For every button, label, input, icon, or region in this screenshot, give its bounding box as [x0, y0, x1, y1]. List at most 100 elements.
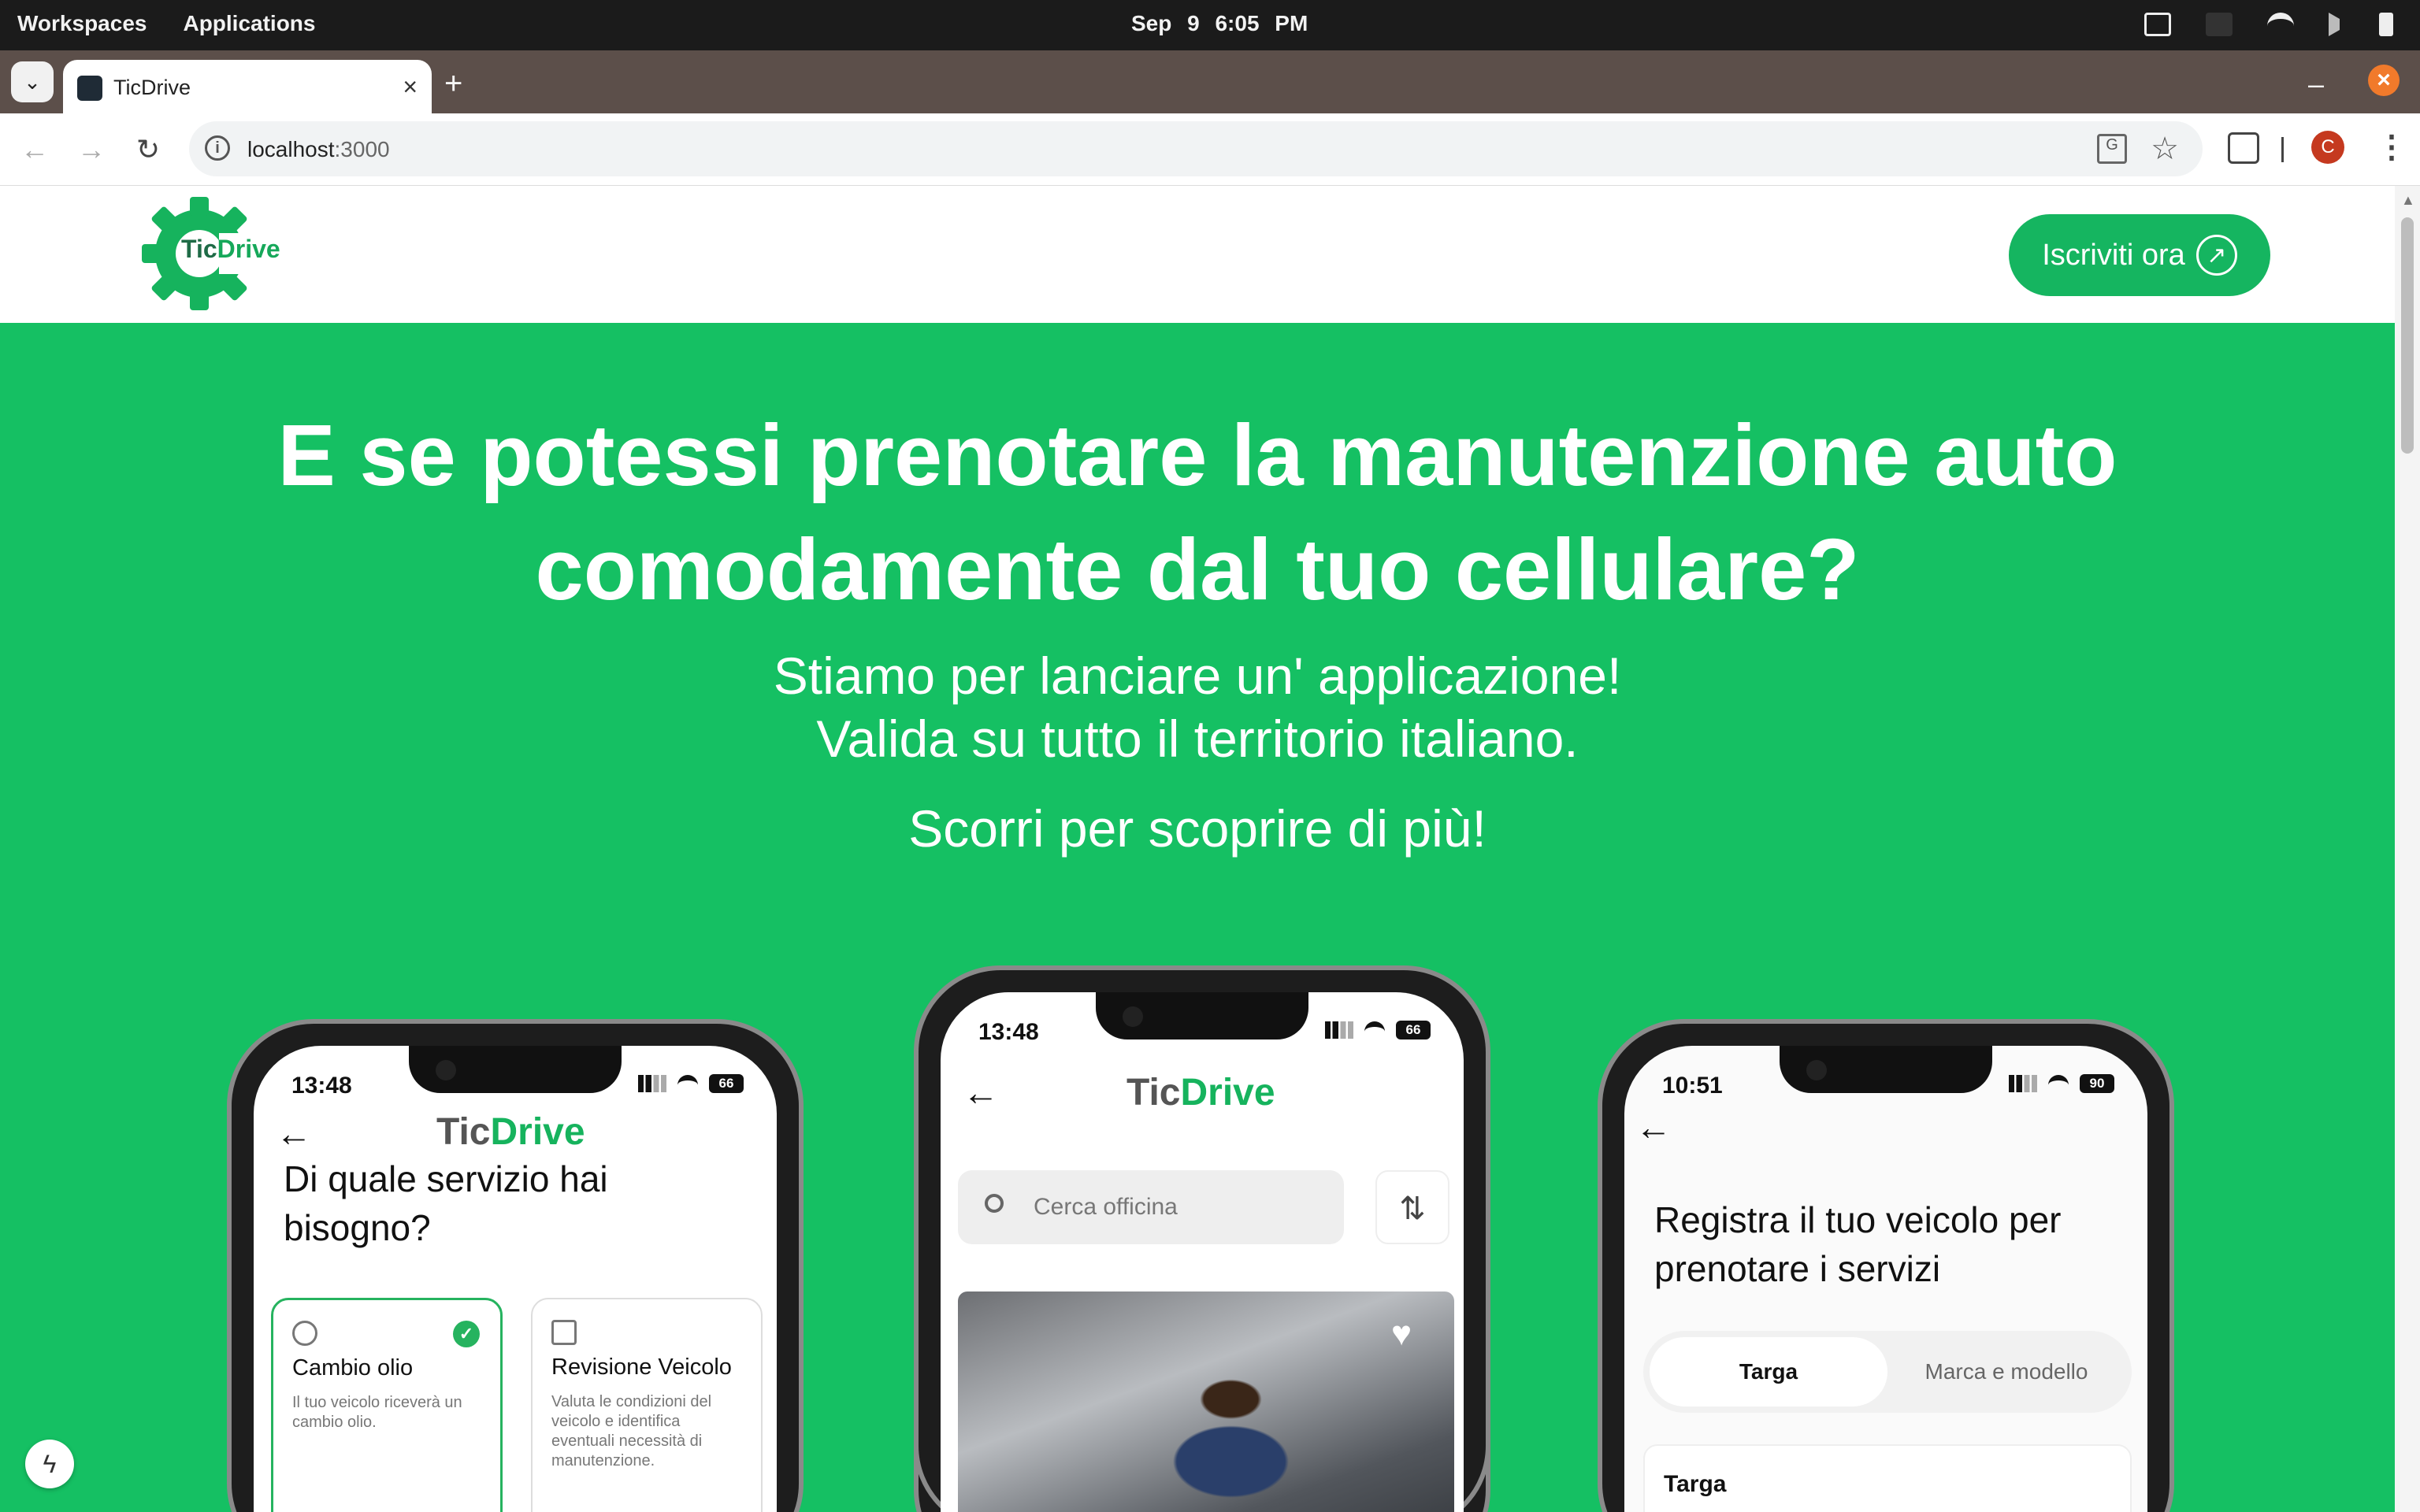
app-brand-drive: Drive	[1180, 1072, 1275, 1114]
status-time: 13:48	[978, 1019, 1039, 1045]
phone-screen-left: 13:48 66 ← TicDrive Di quale servizio ha…	[254, 1046, 777, 1512]
ticdrive-logo[interactable]: TicDrive	[140, 194, 290, 313]
xp-pen-icon[interactable]	[2206, 13, 2233, 36]
os-top-bar: Workspaces Applications Sep 9 6:05 PM	[0, 0, 2420, 50]
service-desc: Valuta le condizioni del veicolo e ident…	[551, 1393, 712, 1469]
tab-ticdrive[interactable]: TicDrive ×	[63, 60, 432, 113]
tab-search-button[interactable]: ⌄	[11, 61, 54, 102]
clock[interactable]: Sep 9 6:05 PM	[1131, 11, 1308, 36]
plate-field-card: Targa	[1643, 1444, 2132, 1512]
battery-icon: 66	[709, 1074, 744, 1093]
hero-title-line1: E se potessi prenotare la manutenzione a…	[277, 407, 2118, 504]
phone-mockup-right: 10:51 90 ← Registra il tuo veicolo per p…	[1598, 1019, 2174, 1512]
url-host: localhost	[247, 137, 335, 161]
wifi-icon[interactable]	[2267, 13, 2294, 36]
logo-tic: Tic	[181, 235, 217, 263]
bookmark-star-icon[interactable]: ☆	[2151, 131, 2179, 167]
logo-wordmark: TicDrive	[181, 235, 280, 264]
plate-model-segmented-control: Targa Marca e modello	[1643, 1331, 2132, 1413]
react-favicon-icon	[77, 76, 102, 101]
check-icon: ✓	[453, 1321, 480, 1347]
reload-button[interactable]: ↻	[129, 131, 167, 169]
display-icon[interactable]	[2144, 13, 2171, 36]
segment-plate: Targa	[1650, 1337, 1887, 1406]
phone-notch	[1096, 992, 1308, 1040]
hero-title: E se potessi prenotare la manutenzione a…	[0, 398, 2395, 627]
profile-avatar[interactable]: C	[2311, 131, 2344, 164]
logo-drive: Drive	[217, 235, 280, 263]
translate-icon[interactable]: G	[2097, 134, 2127, 164]
car-inspection-icon	[551, 1320, 577, 1345]
minimize-button[interactable]: –	[2308, 68, 2324, 101]
back-button[interactable]: ←	[16, 131, 54, 169]
address-bar[interactable]: i localhost:3000 G ☆	[189, 121, 2203, 176]
phone-notch	[409, 1046, 622, 1093]
kebab-menu-icon[interactable]: ⋮	[2376, 129, 2407, 165]
tab-title: TicDrive	[113, 76, 191, 99]
page-scrollbar[interactable]: ▲	[2395, 186, 2420, 1512]
app-brand: TicDrive	[436, 1110, 585, 1154]
phone-mockup-center-body: 13:48 66 ← TicDrive Cerca officina ⇅ ♥	[914, 965, 1490, 1512]
phone-notch	[1780, 1046, 1992, 1093]
service-title: Revisione Veicolo	[551, 1354, 732, 1380]
toolbar-divider	[2281, 137, 2284, 162]
register-vehicle-heading: Registra il tuo veicolo per prenotare i …	[1654, 1199, 2062, 1289]
app-brand-tic: Tic	[1126, 1072, 1181, 1114]
workspaces-menu[interactable]: Workspaces	[17, 11, 147, 36]
scrollbar-thumb[interactable]	[2401, 217, 2414, 454]
service-card-oil-change: ✓ Cambio olio Il tuo veicolo riceverà un…	[271, 1298, 503, 1512]
signal-icon	[1325, 1021, 1353, 1039]
scroll-up-arrow-icon[interactable]: ▲	[2401, 192, 2415, 209]
search-icon	[985, 1194, 1004, 1213]
tab-strip: ⌄ TicDrive × + – ×	[0, 50, 2420, 113]
signup-button[interactable]: Iscriviti ora ↗	[2009, 214, 2270, 296]
extensions-icon[interactable]	[2228, 132, 2259, 164]
signup-label: Iscriviti ora	[2042, 238, 2185, 272]
back-arrow-icon: ←	[276, 1113, 312, 1154]
status-icons: 66	[638, 1074, 744, 1093]
app-brand: TicDrive	[1126, 1071, 1275, 1114]
volume-icon[interactable]	[2329, 13, 2344, 36]
wifi-icon	[2048, 1075, 2069, 1092]
applications-menu[interactable]: Applications	[183, 11, 315, 36]
search-placeholder: Cerca officina	[1034, 1194, 1178, 1220]
nextjs-dev-indicator-icon[interactable]: ϟ	[25, 1440, 74, 1488]
battery-icon[interactable]	[2379, 13, 2393, 36]
wifi-icon	[1364, 1021, 1385, 1039]
url-port: :3000	[334, 137, 390, 161]
refresh-icon	[292, 1321, 317, 1346]
workshop-photo: ♥	[958, 1292, 1454, 1512]
web-page: TicDrive Iscriviti ora ↗ E se potessi pr…	[0, 186, 2395, 1512]
phone-screen-center: 13:48 66 ← TicDrive Cerca officina ⇅ ♥	[941, 992, 1464, 1512]
close-window-button[interactable]: ×	[2368, 65, 2400, 96]
phone-mockup-left: 13:48 66 ← TicDrive Di quale servizio ha…	[227, 1019, 804, 1512]
segment-make-model: Marca e modello	[1924, 1359, 2088, 1384]
wifi-icon	[677, 1075, 698, 1092]
service-desc: Il tuo veicolo riceverà un cambio olio.	[292, 1394, 462, 1431]
clock-date: Sep 9	[1131, 11, 1200, 35]
search-workshop-input: Cerca officina	[958, 1170, 1344, 1244]
forward-button[interactable]: →	[72, 131, 110, 169]
signal-icon	[2009, 1075, 2037, 1092]
site-info-icon[interactable]: i	[205, 135, 230, 161]
status-icons: 66	[1325, 1021, 1431, 1040]
hero-title-line2: comodamente dal tuo cellulare?	[535, 521, 1860, 618]
phone-screen-right: 10:51 90 ← Registra il tuo veicolo per p…	[1624, 1046, 2147, 1512]
signal-icon	[638, 1075, 666, 1092]
filter-sliders-icon: ⇅	[1375, 1170, 1449, 1244]
scroll-hint: Scorri per scoprire di più!	[908, 799, 1487, 858]
hero-subtitle-line2: Valida su tutto il territorio italiano.	[816, 710, 1579, 768]
hero-subtitle: Stiamo per lanciare un' applicazione! Va…	[0, 644, 2395, 770]
close-tab-icon[interactable]: ×	[403, 72, 418, 102]
status-icons: 90	[2009, 1074, 2114, 1093]
browser-toolbar: ← → ↻ i localhost:3000 G ☆ C ⋮	[0, 113, 2420, 186]
plate-field-label: Targa	[1664, 1471, 1727, 1497]
battery-icon: 90	[2080, 1074, 2114, 1093]
new-tab-button[interactable]: +	[444, 66, 462, 102]
service-question: Di quale servizio hai bisogno?	[284, 1158, 608, 1248]
back-arrow-icon: ←	[1635, 1106, 1672, 1147]
chevron-down-icon: ⌄	[24, 69, 41, 94]
battery-icon: 66	[1396, 1021, 1431, 1040]
url-text[interactable]: localhost:3000	[247, 137, 390, 162]
heart-icon: ♥	[1391, 1314, 1412, 1353]
